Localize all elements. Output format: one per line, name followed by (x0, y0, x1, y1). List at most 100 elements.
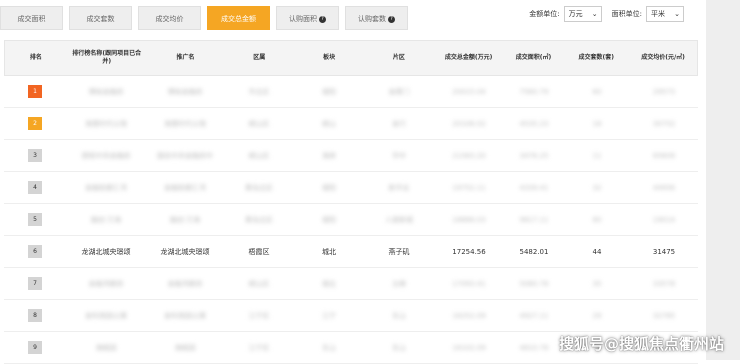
total-amount-cell: 17093.41 (452, 279, 486, 288)
area-cell: 东山 (392, 343, 406, 352)
avg-price-cell: 29573 (652, 87, 676, 96)
deal-units-cell: 60 (592, 87, 602, 96)
sector-cell: 东山 (322, 343, 336, 352)
rank-cell: 6 (4, 245, 66, 258)
project-name-cell: 金融街都汇湾 (85, 183, 127, 192)
deal-units-cell: 18 (592, 119, 602, 128)
project-name-cell: 海慧时代公馆 (85, 119, 127, 128)
tab-avg-price[interactable]: 成交均价 (138, 6, 201, 30)
avg-price-cell: 65609 (652, 151, 676, 160)
promo-name-cell: 金融湾都府 (167, 279, 203, 288)
header-district: 区属 (253, 54, 266, 61)
total-amount-cell: 17254.56 (452, 247, 486, 256)
deal-area-cell: 9817.11 (519, 215, 549, 224)
deal-units-cell: 29 (592, 311, 602, 320)
sector-cell: 城阳 (322, 215, 336, 224)
table-row[interactable]: 6 龙湖北城央璟颂 龙湖北城央璟颂 梧霞区 城北 燕子矶 17254.56 5482.01 44… (4, 236, 698, 268)
deal-area-cell: 4339.41 (519, 183, 549, 192)
deal-units-cell: 44 (592, 247, 602, 256)
rank-cell: 4 (4, 181, 66, 194)
area-unit-label: 面积单位: (611, 10, 642, 18)
rank-cell: 2 (4, 117, 66, 130)
deal-area-cell: 4810.78 (519, 343, 549, 352)
area-cell: 金鼎门 (388, 87, 410, 96)
total-amount-cell: 20015.04 (452, 87, 486, 96)
help-icon[interactable]: ? (319, 15, 326, 23)
rank-cell: 9 (4, 341, 66, 354)
sector-cell: 城阳 (322, 87, 336, 96)
district-cell: 江宁区 (248, 311, 270, 320)
header-rank: 排名 (29, 54, 42, 61)
chevron-down-icon: ⌄ (674, 10, 680, 18)
table-row[interactable]: 4 金融街都汇湾 金融街都汇湾 黄岛北区 城阳 新华业 19752.11 4339.41 32 4… (4, 172, 698, 204)
area-cell: 五峰 (392, 279, 406, 288)
tab-total-amount[interactable]: 成交总金额 (207, 6, 270, 30)
project-name-cell: 龙湖北城央璟颂 (81, 247, 131, 256)
rank-badge: 5 (28, 213, 42, 226)
tab-subscription-area[interactable]: 认购面积? (276, 6, 339, 30)
sector-cell: 江宁 (322, 311, 336, 320)
rank-cell: 1 (4, 85, 66, 98)
header-deal-area: 成交面积(㎡) (515, 54, 552, 61)
deal-area-cell: 4927.11 (519, 311, 549, 320)
avg-price-cell: 33578 (652, 279, 676, 288)
promo-name-cell: 海慧时代公馆 (164, 119, 206, 128)
area-cell: 东山 (392, 311, 406, 320)
deal-area-cell: 5080.78 (519, 279, 549, 288)
tab-units[interactable]: 成交套数 (69, 6, 132, 30)
deal-units-cell: 80 (592, 215, 602, 224)
header-avg-price: 成交均价(元/㎡) (641, 54, 685, 61)
table-row[interactable]: 8 金科观园公寓 金科观园公寓 江宁区 江宁 东山 16252.09 4927.11 29 327… (4, 300, 698, 332)
district-cell: 黄岛北区 (245, 215, 273, 224)
amount-unit-select[interactable]: 万元 ⌄ (563, 6, 602, 22)
district-cell: 黄岛北区 (245, 183, 273, 192)
table-row[interactable]: 5 融创·万海 融创·万海 黄岛北区 城阳 人居新城 18666.03 9817.11 80 19… (4, 204, 698, 236)
watermark: 搜狐号@搜狐焦点衢州站 (558, 335, 724, 353)
rank-cell: 3 (4, 149, 66, 162)
avg-price-cell: 44956 (652, 183, 676, 192)
help-icon[interactable]: ? (388, 15, 395, 23)
deal-units-cell: 32 (592, 183, 602, 192)
project-name-cell: 金融湾都府 (88, 279, 124, 288)
table-row[interactable]: 3 德昭中央金融府 国信中央金融府中 崂山区 海岸 华中 21583.20 3476.25 11… (4, 140, 698, 172)
total-amount-cell: 20106.02 (452, 119, 486, 128)
table-row[interactable]: 2 海慧时代公馆 海慧时代公馆 崂山区 崂山 金行 20106.02 4535.23 18 307… (4, 108, 698, 140)
header-promo-name: 推广名 (176, 54, 195, 61)
deal-units-cell: 11 (592, 151, 602, 160)
promo-name-cell: 金科观园公寓 (164, 311, 206, 320)
table-row[interactable]: 7 金融湾都府 金融湾都府 崂山区 城北 五峰 17093.41 5080.78 35 33578 (4, 268, 698, 300)
sector-cell: 城北 (322, 279, 336, 288)
avg-price-cell: 19014 (652, 215, 676, 224)
rank-badge: 7 (28, 277, 42, 290)
promo-name-cell: 龙湖北城央璟颂 (160, 247, 210, 256)
header-sector: 板块 (323, 54, 336, 61)
rank-badge: 4 (28, 181, 42, 194)
sector-cell: 城北 (322, 247, 336, 256)
header-total-amount: 成交总金额(万元) (444, 54, 493, 61)
district-cell: 市北区 (248, 87, 270, 96)
area-cell: 新华业 (388, 183, 410, 192)
rank-badge: 6 (28, 245, 42, 258)
tab-area[interactable]: 成交面积 (0, 6, 63, 30)
rank-badge: 3 (28, 149, 42, 162)
header-area: 片区 (392, 54, 405, 61)
area-unit-select[interactable]: 平米 ⌄ (646, 6, 684, 22)
deal-area-cell: 4535.23 (519, 119, 549, 128)
district-cell: 江宁区 (248, 343, 270, 352)
tab-subscription-units[interactable]: 认购套数? (345, 6, 408, 30)
promo-name-cell: 博裕金融府 (167, 87, 203, 96)
avg-price-cell: 31475 (652, 247, 676, 256)
rank-badge: 9 (28, 341, 42, 354)
chevron-down-icon: ⌄ (591, 10, 598, 18)
total-amount-cell: 19752.11 (452, 183, 486, 192)
total-amount-cell: 21583.20 (452, 151, 486, 160)
table-row[interactable]: 1 博裕金融府 博裕金融府 市北区 城阳 金鼎门 20015.04 7560.79 60 2957… (4, 76, 698, 108)
district-cell: 崂山区 (248, 151, 270, 160)
area-cell: 华中 (392, 151, 406, 160)
deal-area-cell: 3476.25 (519, 151, 549, 160)
project-name-cell: 德昭中央金融府 (81, 151, 131, 160)
header-deal-units: 成交套数(套) (578, 54, 615, 61)
district-cell: 梧霞区 (248, 247, 270, 256)
amount-unit-label: 金额单位: (529, 10, 560, 18)
total-amount-cell: 16102.09 (452, 343, 486, 352)
